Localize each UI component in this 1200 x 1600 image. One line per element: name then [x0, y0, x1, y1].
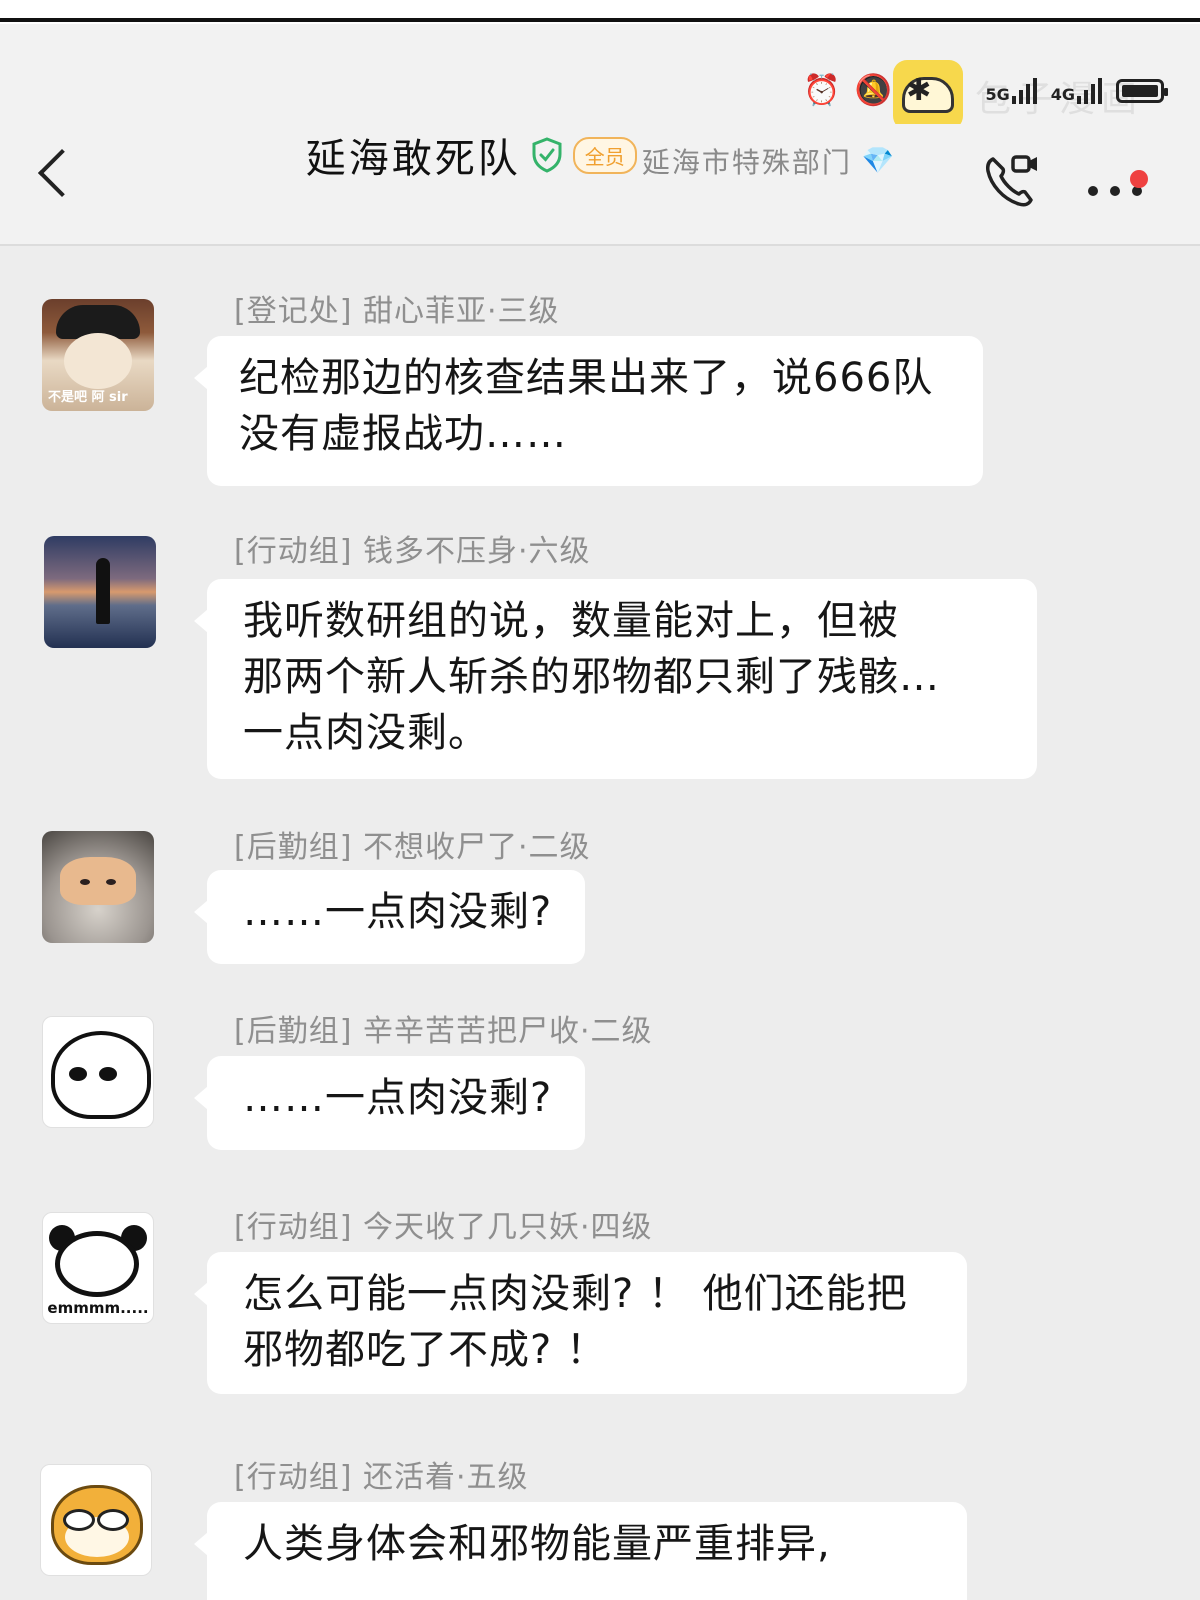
- avatar[interactable]: [42, 831, 154, 943]
- message-line: ……一点肉没剩?: [243, 1075, 553, 1121]
- message-bubble[interactable]: ……一点肉没剩?: [194, 1056, 585, 1150]
- mute-bell-icon: 🔕: [854, 73, 893, 108]
- sender-name: [行动组] 钱多不压身·六级: [234, 534, 591, 569]
- sender-name: [后勤组] 不想收尸了·二级: [234, 830, 591, 865]
- avatar[interactable]: emmmm.....: [42, 1212, 154, 1324]
- message-line: 一点肉没剩。: [243, 710, 489, 756]
- battery-icon: [1116, 79, 1168, 103]
- message-line: 人类身体会和邪物能量严重排异,: [243, 1521, 831, 1567]
- avatar[interactable]: [40, 1464, 152, 1576]
- signal-5g-icon: 5G: [985, 78, 1037, 104]
- message-line: 纪检那边的核查结果出来了，说666队: [239, 355, 934, 401]
- top-edge: [0, 0, 1200, 24]
- alarm-icon: ⏰: [803, 73, 841, 108]
- more-dots-icon: [1088, 186, 1142, 196]
- avatar[interactable]: [44, 536, 156, 648]
- message-item: [行动组] 钱多不压身·六级 我听数研组的说，数量能对上，但被 那两个新人斩杀的…: [0, 496, 1200, 796]
- status-bar: 包子漫画 ⏰ 🔕 ✱ ◠ 5G 4G: [0, 24, 1200, 130]
- message-bubble[interactable]: ……一点肉没剩?: [194, 870, 585, 964]
- message-bubble[interactable]: 人类身体会和邪物能量严重排异,: [194, 1502, 967, 1600]
- message-line: 我听数研组的说，数量能对上，但被: [243, 598, 899, 644]
- avatar-caption: 不是吧 阿 sir: [48, 390, 128, 405]
- sender-name: [登记处] 甜心菲亚·三级: [234, 294, 560, 329]
- sender-name: [行动组] 今天收了几只妖·四级: [234, 1210, 653, 1245]
- notification-dot: [1130, 170, 1148, 188]
- bluetooth-icon: ✱: [906, 73, 932, 108]
- voice-video-call-button[interactable]: [976, 146, 1046, 216]
- message-list[interactable]: 不是吧 阿 sir [登记处] 甜心菲亚·三级 纪检那边的核查结果出来了，说66…: [0, 246, 1200, 1600]
- avatar-caption: emmmm.....: [47, 1299, 149, 1317]
- sender-name: [后勤组] 辛辛苦苦把尸收·二级: [234, 1014, 653, 1049]
- message-item: emmmm..... [行动组] 今天收了几只妖·四级 怎么可能一点肉没剩? ！…: [0, 1178, 1200, 1428]
- message-bubble[interactable]: 我听数研组的说，数量能对上，但被 那两个新人斩杀的邪物都只剩了残骸… 一点肉没剩…: [194, 579, 1037, 779]
- message-bubble[interactable]: 纪检那边的核查结果出来了，说666队 没有虚报战功……: [194, 336, 983, 486]
- message-bubble[interactable]: 怎么可能一点肉没剩? ！ 他们还能把 邪物都吃了不成? ！: [194, 1252, 967, 1394]
- message-line: ……一点肉没剩?: [243, 889, 553, 935]
- signal-4g-icon: 4G: [1051, 78, 1102, 104]
- sender-name: [行动组] 还活着·五级: [234, 1460, 529, 1495]
- message-line: 怎么可能一点肉没剩? ！ 他们还能把: [243, 1271, 908, 1317]
- verified-shield-icon: [531, 137, 563, 173]
- message-item: 不是吧 阿 sir [登记处] 甜心菲亚·三级 纪检那边的核查结果出来了，说66…: [0, 246, 1200, 496]
- message-line: 那两个新人斩杀的邪物都只剩了残骸…: [243, 654, 940, 700]
- phone-video-icon: [986, 155, 1037, 207]
- message-line: 邪物都吃了不成? ！: [243, 1327, 607, 1373]
- group-title[interactable]: 延海敢死队: [306, 126, 521, 184]
- diamond-icon: 💎: [861, 146, 895, 176]
- avatar[interactable]: 不是吧 阿 sir: [42, 299, 154, 411]
- more-options-button[interactable]: [1080, 146, 1160, 216]
- avatar[interactable]: [42, 1016, 154, 1128]
- chat-header: 延海敢死队 全员 延海市特殊部门 💎: [0, 124, 1200, 246]
- message-item: [后勤组] 辛辛苦苦把尸收·二级 ……一点肉没剩?: [0, 982, 1200, 1178]
- message-item: [行动组] 还活着·五级 人类身体会和邪物能量严重排异,: [0, 1428, 1200, 1600]
- member-badge: 全员: [572, 136, 637, 174]
- group-subtitle: 延海市特殊部门: [641, 146, 852, 179]
- message-line: 没有虚报战功……: [239, 411, 567, 457]
- message-item: [后勤组] 不想收尸了·二级 ……一点肉没剩?: [0, 796, 1200, 982]
